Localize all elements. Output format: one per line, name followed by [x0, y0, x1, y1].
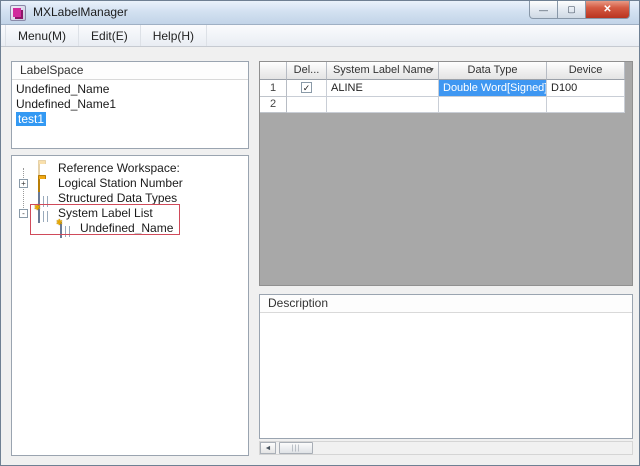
description-panel: Description: [259, 294, 633, 439]
del-cell[interactable]: [287, 97, 327, 113]
device-cell[interactable]: [547, 97, 625, 113]
column-header-device[interactable]: Device: [547, 62, 625, 80]
device-cell[interactable]: D100: [547, 80, 625, 97]
label-table: Del... System Label Name ▼ Data Type Dev…: [259, 61, 633, 286]
minimize-button[interactable]: —: [529, 1, 558, 19]
tree-item-system-label-list[interactable]: - ✱ System Label List: [12, 206, 248, 221]
expand-icon[interactable]: +: [19, 179, 28, 188]
menu-item-edit[interactable]: Edit(E): [79, 25, 141, 46]
window-controls: — ▢ ✕: [530, 1, 630, 19]
collapse-icon[interactable]: -: [19, 209, 28, 218]
table-corner-cell[interactable]: [260, 62, 287, 80]
maximize-icon: ▢: [567, 4, 576, 15]
system-label-icon: ✱: [60, 223, 75, 234]
tree-item-structured-data-types[interactable]: Structured Data Types: [12, 191, 248, 206]
client-area: LabelSpace Undefined_Name Undefined_Name…: [1, 47, 640, 466]
app-icon: [10, 5, 26, 21]
app-window: MXLabelManager — ▢ ✕ Menu(M) Edit(E) Hel…: [0, 0, 640, 466]
scroll-grip-icon: |||: [292, 445, 300, 452]
workspace-icon: [38, 163, 53, 174]
scrollbar-thumb[interactable]: |||: [279, 442, 313, 454]
system-label-name-cell[interactable]: ALINE: [327, 80, 439, 97]
data-type-cell[interactable]: [439, 97, 547, 113]
tree-item-undefined-name[interactable]: ✱ Undefined_Name: [12, 221, 248, 236]
table-row: 1 ✓ ALINE Double Word[Signed](0... D100: [260, 80, 632, 97]
close-icon: ✕: [603, 4, 611, 15]
folder-icon: [38, 178, 53, 189]
table-body: 1 ✓ ALINE Double Word[Signed](0... D100 …: [260, 80, 632, 113]
star-icon: ✱: [34, 204, 41, 212]
tree-item-label: Reference Workspace:: [58, 161, 180, 176]
labelspace-item-label: test1: [16, 112, 46, 126]
minimize-icon: —: [539, 5, 548, 15]
data-type-cell-selected[interactable]: Double Word[Signed](0...: [439, 80, 547, 97]
tree-item-logical-station-number[interactable]: + Logical Station Number: [12, 176, 248, 191]
description-header: Description: [260, 295, 632, 313]
filter-dropdown-icon[interactable]: ▼: [428, 67, 435, 75]
title-bar[interactable]: MXLabelManager — ▢ ✕: [1, 1, 639, 25]
menu-item-menu[interactable]: Menu(M): [5, 25, 79, 46]
labelspace-item[interactable]: Undefined_Name1: [12, 97, 248, 112]
close-button[interactable]: ✕: [585, 1, 630, 19]
tree-item-reference-workspace[interactable]: Reference Workspace:: [12, 161, 248, 176]
del-checkbox[interactable]: ✓: [301, 82, 312, 93]
window-title: MXLabelManager: [33, 5, 128, 19]
labelspace-header: LabelSpace: [12, 62, 248, 80]
horizontal-scrollbar[interactable]: ◄ |||: [259, 441, 633, 455]
row-header[interactable]: 1: [260, 80, 287, 97]
star-icon: ✱: [56, 219, 63, 227]
table-header-row: Del... System Label Name ▼ Data Type Dev…: [260, 62, 632, 80]
tree-item-label: Undefined_Name: [80, 221, 173, 236]
menu-bar: Menu(M) Edit(E) Help(H): [1, 25, 639, 47]
labelspace-item-selected[interactable]: test1: [12, 112, 248, 127]
column-header-del[interactable]: Del...: [287, 62, 327, 80]
labelspace-item-label: Undefined_Name: [16, 82, 109, 96]
tree-item-label: System Label List: [58, 206, 153, 221]
workspace-tree: Reference Workspace: + Logical Station N…: [12, 156, 248, 455]
tree-item-label: Structured Data Types: [58, 191, 177, 206]
column-header-data-type[interactable]: Data Type: [439, 62, 547, 80]
labelspace-item[interactable]: Undefined_Name: [12, 82, 248, 97]
system-label-name-cell[interactable]: [327, 97, 439, 113]
scroll-left-icon: ◄: [265, 445, 272, 452]
maximize-button[interactable]: ▢: [557, 1, 586, 19]
column-header-label: System Label Name: [333, 64, 432, 76]
menu-item-help[interactable]: Help(H): [141, 25, 207, 46]
del-cell[interactable]: ✓: [287, 80, 327, 97]
labelspace-list: Undefined_Name Undefined_Name1 test1: [12, 80, 248, 127]
column-header-system-label-name[interactable]: System Label Name ▼: [327, 62, 439, 80]
labelspace-item-label: Undefined_Name1: [16, 97, 116, 111]
row-header[interactable]: 2: [260, 97, 287, 113]
labelspace-panel: LabelSpace Undefined_Name Undefined_Name…: [11, 61, 249, 149]
table-row: 2: [260, 97, 632, 113]
system-label-icon: ✱: [38, 208, 53, 219]
workspace-tree-panel: Reference Workspace: + Logical Station N…: [11, 155, 249, 456]
tree-item-label: Logical Station Number: [58, 176, 183, 191]
scroll-left-button[interactable]: ◄: [260, 442, 276, 454]
